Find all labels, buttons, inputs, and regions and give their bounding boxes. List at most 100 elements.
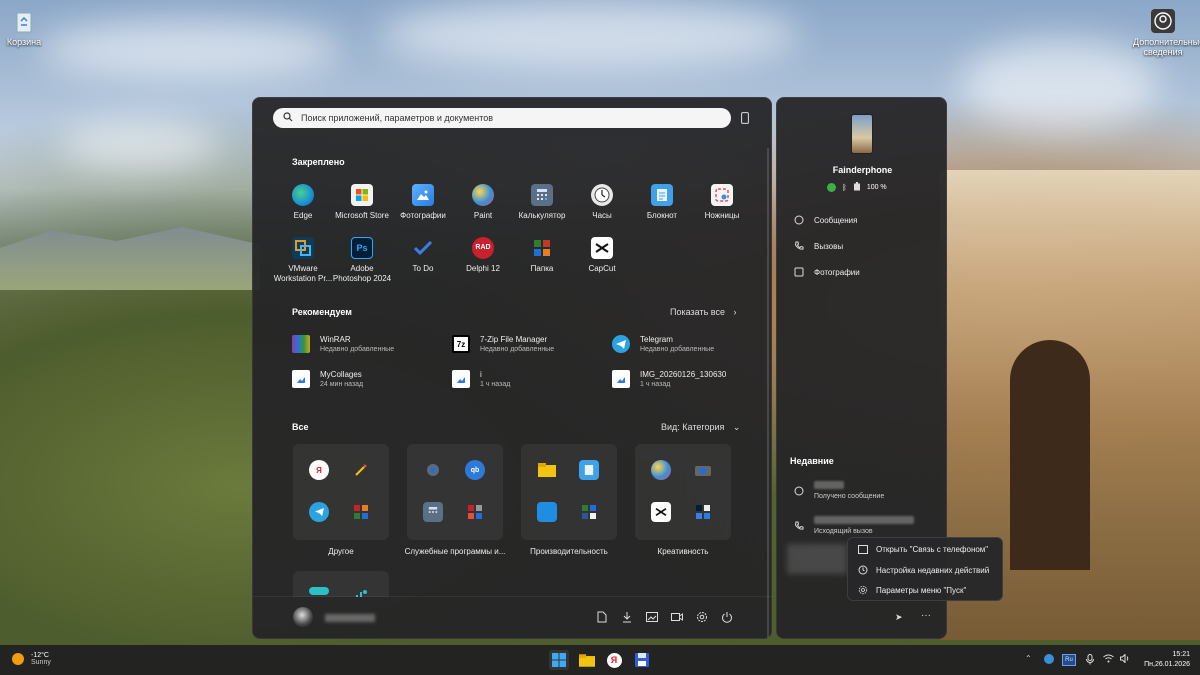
pinned-app-calculator[interactable]: Калькулятор [512, 184, 572, 221]
pinned-app-clock[interactable]: Часы [572, 184, 632, 221]
chevron-down-icon: ⌄ [732, 422, 741, 432]
contact-blurred [814, 516, 914, 524]
pinned-app-photoshop[interactable]: Ps Adobe Photoshop 2024 [332, 237, 392, 284]
recommended-item-telegram[interactable]: Telegram Недавно добавленные [612, 335, 714, 353]
rec-sub: Недавно добавленные [480, 346, 555, 353]
sun-icon [12, 653, 24, 665]
category-folder-partial[interactable] [293, 571, 389, 597]
tray-app-icon[interactable] [1044, 654, 1054, 664]
phone-menu-messages[interactable]: Сообщения [793, 214, 857, 226]
recommended-item-winrar[interactable]: WinRAR Недавно добавленные [292, 335, 394, 353]
recent-sub: Исходящий вызов [814, 528, 873, 535]
recommended-item-mycollages[interactable]: MyCollages 24 мин назад [292, 370, 363, 388]
menu-label: Параметры меню "Пуск" [876, 585, 967, 595]
pinned-app-snipping[interactable]: Ножницы [692, 184, 752, 221]
settings-icon [858, 585, 868, 595]
menu-item-start-settings[interactable]: Параметры меню "Пуск" [858, 585, 966, 595]
menu-item-recent-settings[interactable]: Настройка недавних действий [858, 565, 989, 575]
pinned-app-capcut[interactable]: CapCut [572, 237, 632, 274]
tray-language-label: Ru [1065, 657, 1073, 663]
phone-menu-label: Фотографии [814, 267, 860, 277]
recent-item-message[interactable]: Получено сообщение [793, 481, 884, 500]
phone-link-button[interactable] [739, 110, 751, 126]
snipping-icon [711, 184, 733, 206]
search-icon [283, 109, 293, 127]
clock[interactable]: 15:21 Пн,26.01.2026 [1138, 650, 1190, 670]
image-file-icon [452, 370, 470, 388]
category-label: Другое [328, 547, 354, 556]
view-category-dropdown[interactable]: Вид: Категория ⌄ [661, 422, 740, 433]
more-icon[interactable]: ··· [921, 610, 931, 621]
menu-item-open-phone-link[interactable]: Открыть "Связь с телефоном" [858, 544, 988, 554]
desktop-icon-label: Корзина [6, 37, 42, 47]
pinned-app-delphi[interactable]: RAD Delphi 12 [453, 237, 513, 274]
show-all-link[interactable]: Показать все › [670, 307, 736, 317]
user-name-blurred[interactable] [325, 614, 375, 622]
wifi-icon[interactable] [1103, 654, 1114, 663]
pinned-app-edge[interactable]: Edge [273, 184, 333, 221]
history-icon [858, 565, 868, 575]
photos-icon [412, 184, 434, 206]
recommended-item-i[interactable]: i 1 ч назад [452, 370, 510, 388]
category-folder-utilities[interactable]: qb [407, 444, 503, 540]
videos-icon[interactable] [671, 611, 683, 623]
volume-icon[interactable] [1120, 654, 1131, 663]
downloads-icon[interactable] [621, 611, 633, 623]
pinned-label: Edge [293, 211, 313, 220]
pinned-app-todo[interactable]: To Do [393, 237, 453, 274]
paint-icon [472, 184, 494, 206]
menu-label: Настройка недавних действий [876, 565, 990, 575]
edge-icon [292, 184, 314, 206]
windows-app-icon [537, 502, 557, 522]
yandex-icon: Я [606, 652, 622, 668]
tray-language-icon[interactable]: Ru [1062, 654, 1076, 666]
category-folder-productivity[interactable] [521, 444, 617, 540]
magic-wand-icon [351, 460, 371, 480]
start-button[interactable] [549, 650, 569, 670]
category-label: Креативность [657, 547, 709, 556]
rec-sub: 1 ч назад [480, 381, 511, 388]
contact-blurred [814, 481, 844, 489]
documents-icon[interactable] [596, 611, 608, 623]
tray-overflow-chevron-icon[interactable]: ⌃ [1025, 654, 1032, 663]
scrollbar[interactable] [767, 148, 769, 638]
pictures-icon[interactable] [646, 611, 658, 623]
pinned-app-store[interactable]: Microsoft Store [332, 184, 392, 221]
search-input[interactable]: Поиск приложений, параметров и документо… [273, 108, 731, 128]
taskbar-app-save[interactable] [632, 650, 652, 670]
floppy-disk-icon [635, 653, 649, 667]
pinned-label: Калькулятор [518, 211, 566, 220]
todo-icon [412, 237, 434, 259]
phone-menu-calls[interactable]: Вызовы [793, 240, 843, 252]
phone-menu-label: Вызовы [814, 241, 844, 251]
pinned-app-vmware[interactable]: VMware Workstation Pr... [273, 237, 333, 284]
settings-icon[interactable] [696, 611, 708, 623]
app-group-icon [351, 502, 371, 522]
connected-check-icon [827, 183, 836, 192]
send-icon[interactable]: ➤ [895, 612, 903, 623]
taskbar-file-explorer[interactable] [577, 650, 597, 670]
pinned-app-folder[interactable]: Папка [512, 237, 572, 274]
pinned-app-photos[interactable]: Фотографии [393, 184, 453, 221]
weather-widget[interactable]: -12°C Sunny [12, 652, 51, 666]
category-label: Служебные программы и... [404, 547, 506, 556]
recommended-item-7zip[interactable]: 7z 7-Zip File Manager Недавно добавленные [452, 335, 554, 353]
pinned-app-paint[interactable]: Paint [453, 184, 513, 221]
microphone-icon[interactable] [1086, 654, 1094, 665]
settings-gear-icon [423, 460, 443, 480]
category-folder-creativity[interactable] [635, 444, 731, 540]
recommended-item-img[interactable]: IMG_20260126_130630 1 ч назад [612, 370, 726, 388]
desktop-icon-extra-info[interactable]: Дополнительные сведения [1133, 8, 1200, 57]
pinned-label: To Do [412, 264, 434, 273]
taskbar-yandex-browser[interactable]: Я [604, 650, 624, 670]
recent-item-call[interactable]: Исходящий вызов [793, 516, 914, 535]
avatar[interactable] [293, 607, 313, 627]
pinned-label: CapCut [588, 264, 616, 273]
power-icon[interactable] [721, 611, 733, 623]
pinned-app-notepad[interactable]: Блокнот [632, 184, 692, 221]
recent-sub: Получено сообщение [814, 493, 885, 500]
desktop-icon-recycle-bin[interactable]: Корзина [0, 8, 54, 47]
category-folder-other[interactable]: Я [293, 444, 389, 540]
open-window-icon [858, 544, 868, 554]
phone-menu-photos[interactable]: Фотографии [793, 266, 860, 278]
